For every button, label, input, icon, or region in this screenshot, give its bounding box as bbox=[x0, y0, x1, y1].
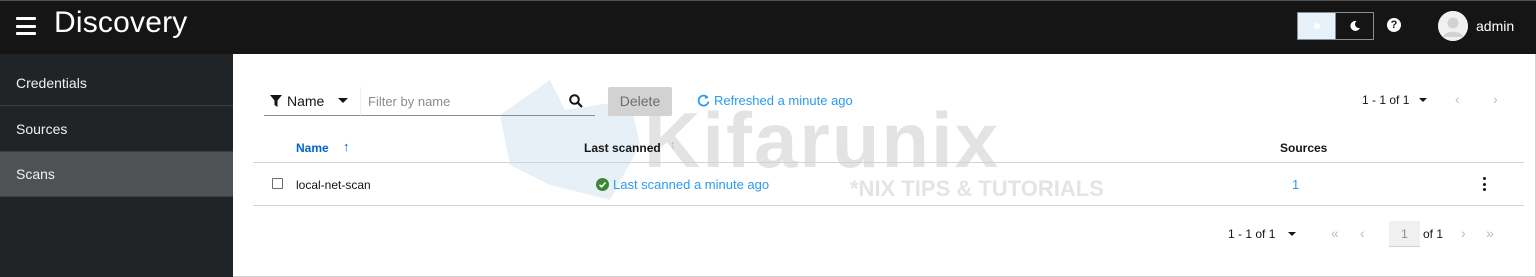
column-header-sources: Sources bbox=[1280, 141, 1328, 155]
search-button[interactable] bbox=[556, 87, 595, 116]
watermark-brand: Kifarunix bbox=[644, 96, 1001, 184]
next-page-bottom-icon[interactable]: › bbox=[1461, 225, 1466, 241]
username[interactable]: admin bbox=[1476, 18, 1514, 34]
theme-toggle[interactable] bbox=[1297, 12, 1374, 40]
sort-ascending-icon[interactable]: ↑ bbox=[343, 139, 350, 154]
pagination-bottom-toggle[interactable]: 1 - 1 of 1 bbox=[1228, 227, 1297, 241]
row-select-checkbox[interactable] bbox=[272, 178, 283, 189]
dark-theme-button[interactable] bbox=[1336, 13, 1373, 39]
refresh-button[interactable]: Refreshed a minute ago bbox=[697, 93, 853, 108]
sort-icon[interactable]: ↕ bbox=[670, 139, 676, 151]
previous-page-bottom-icon[interactable]: ‹ bbox=[1360, 225, 1365, 241]
caret-down-icon bbox=[1419, 98, 1428, 102]
table-header-divider bbox=[253, 162, 1524, 163]
sources-count-link[interactable]: 1 bbox=[1292, 177, 1299, 192]
sun-icon bbox=[1313, 23, 1320, 29]
next-page-icon[interactable]: › bbox=[1493, 91, 1498, 107]
user-avatar-icon bbox=[1438, 11, 1468, 41]
pagination-top-toggle[interactable]: 1 - 1 of 1 bbox=[1362, 93, 1428, 107]
refresh-icon bbox=[697, 94, 710, 107]
column-header-last-scanned[interactable]: Last scanned bbox=[584, 141, 661, 155]
filter-attribute-select[interactable]: Name bbox=[264, 87, 360, 116]
column-header-name[interactable]: Name bbox=[296, 141, 329, 155]
app-title: Discovery bbox=[54, 6, 188, 39]
filter-attribute-label: Name bbox=[287, 93, 325, 109]
check-circle-icon bbox=[596, 178, 609, 191]
watermark-tagline: *NIX TIPS & TUTORIALS bbox=[850, 176, 1104, 201]
pagination-bottom-label: 1 - 1 of 1 bbox=[1228, 227, 1276, 241]
pagination-top-label: 1 - 1 of 1 bbox=[1362, 93, 1410, 107]
caret-down-icon bbox=[1288, 232, 1297, 236]
current-page-input[interactable]: 1 bbox=[1389, 221, 1420, 247]
total-pages-label: of 1 bbox=[1423, 227, 1444, 241]
sidebar-item-scans[interactable]: Scans bbox=[0, 152, 233, 197]
help-icon[interactable]: ? bbox=[1387, 18, 1401, 32]
filter-icon bbox=[270, 95, 282, 107]
sidebar-item-sources[interactable]: Sources bbox=[0, 107, 233, 152]
light-theme-button[interactable] bbox=[1298, 13, 1336, 39]
filter-name-input[interactable] bbox=[360, 87, 556, 116]
first-page-icon[interactable]: « bbox=[1331, 225, 1339, 241]
row-actions-kebab-icon[interactable] bbox=[1480, 177, 1488, 191]
moon-icon bbox=[1349, 20, 1360, 31]
avatar[interactable] bbox=[1438, 11, 1468, 41]
hamburger-menu-icon[interactable] bbox=[16, 17, 36, 35]
delete-button[interactable]: Delete bbox=[608, 87, 672, 116]
scan-name-cell: local-net-scan bbox=[296, 178, 371, 192]
search-icon bbox=[568, 94, 583, 108]
table-row-divider bbox=[253, 205, 1524, 206]
masthead: Discovery ? admin bbox=[0, 0, 1536, 54]
last-scanned-link[interactable]: Last scanned a minute ago bbox=[596, 177, 769, 192]
previous-page-icon[interactable]: ‹ bbox=[1455, 91, 1460, 107]
sidebar-item-credentials[interactable]: Credentials bbox=[0, 61, 233, 106]
caret-down-icon bbox=[338, 98, 348, 103]
sidebar: Credentials Sources Scans bbox=[0, 54, 233, 277]
last-page-icon[interactable]: » bbox=[1486, 225, 1494, 241]
refresh-label: Refreshed a minute ago bbox=[714, 93, 853, 108]
last-scanned-label: Last scanned a minute ago bbox=[613, 177, 770, 192]
